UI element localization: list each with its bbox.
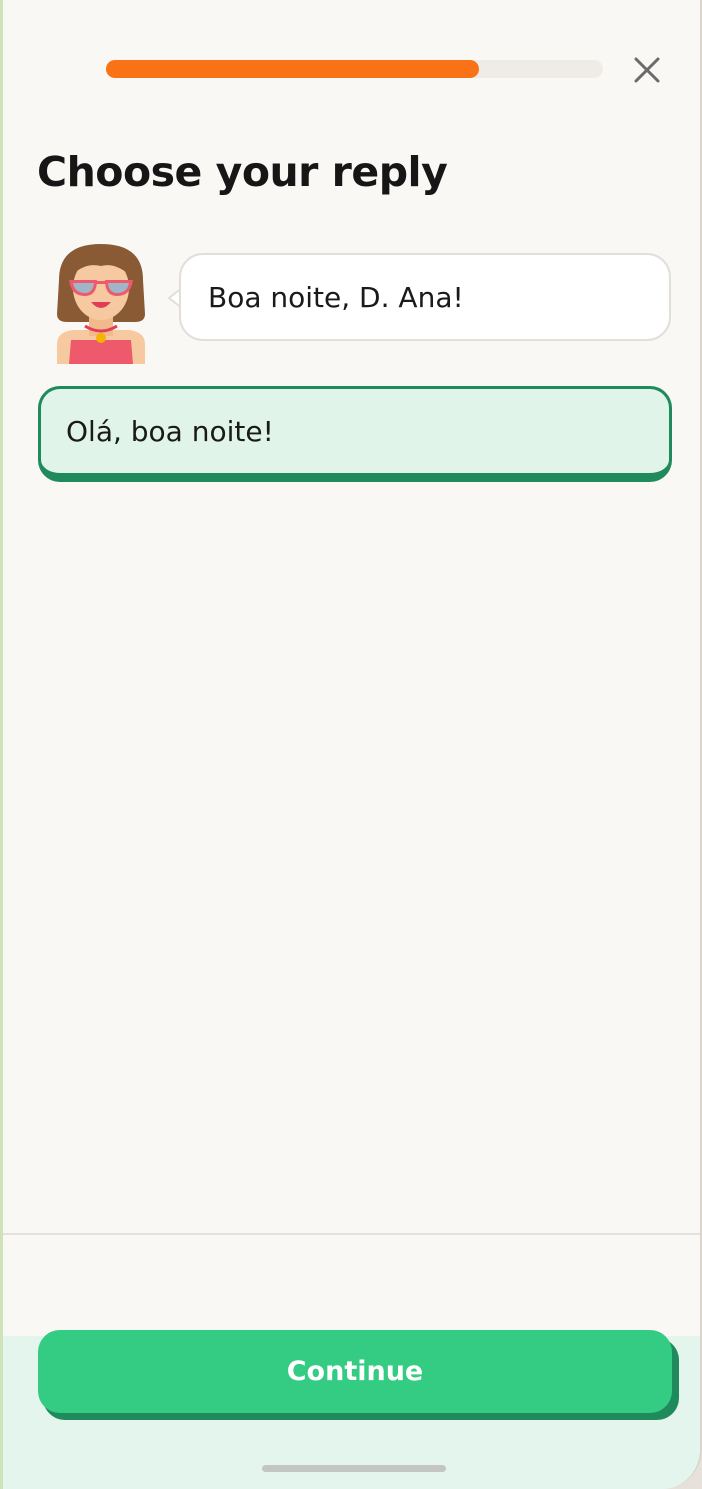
home-indicator xyxy=(262,1465,446,1472)
speech-bubble-text: Boa noite, D. Ana! xyxy=(208,280,464,314)
speaker-avatar xyxy=(49,240,153,364)
reply-option-label: Olá, boa noite! xyxy=(66,414,274,448)
lesson-screen: Choose your reply Boa noite, D. Ana! Olá… xyxy=(0,0,702,1489)
divider xyxy=(3,1233,700,1235)
woman-with-sunglasses-icon xyxy=(57,244,145,364)
close-icon xyxy=(634,57,660,83)
speech-bubble: Boa noite, D. Ana! xyxy=(179,253,671,341)
continue-button-label: Continue xyxy=(286,1356,424,1387)
reply-option[interactable]: Olá, boa noite! xyxy=(38,386,672,482)
close-button[interactable] xyxy=(625,48,669,92)
progress-bar-fill xyxy=(106,60,479,78)
continue-button[interactable]: Continue xyxy=(38,1330,672,1413)
page-title: Choose your reply xyxy=(37,148,448,196)
progress-bar xyxy=(106,60,603,78)
